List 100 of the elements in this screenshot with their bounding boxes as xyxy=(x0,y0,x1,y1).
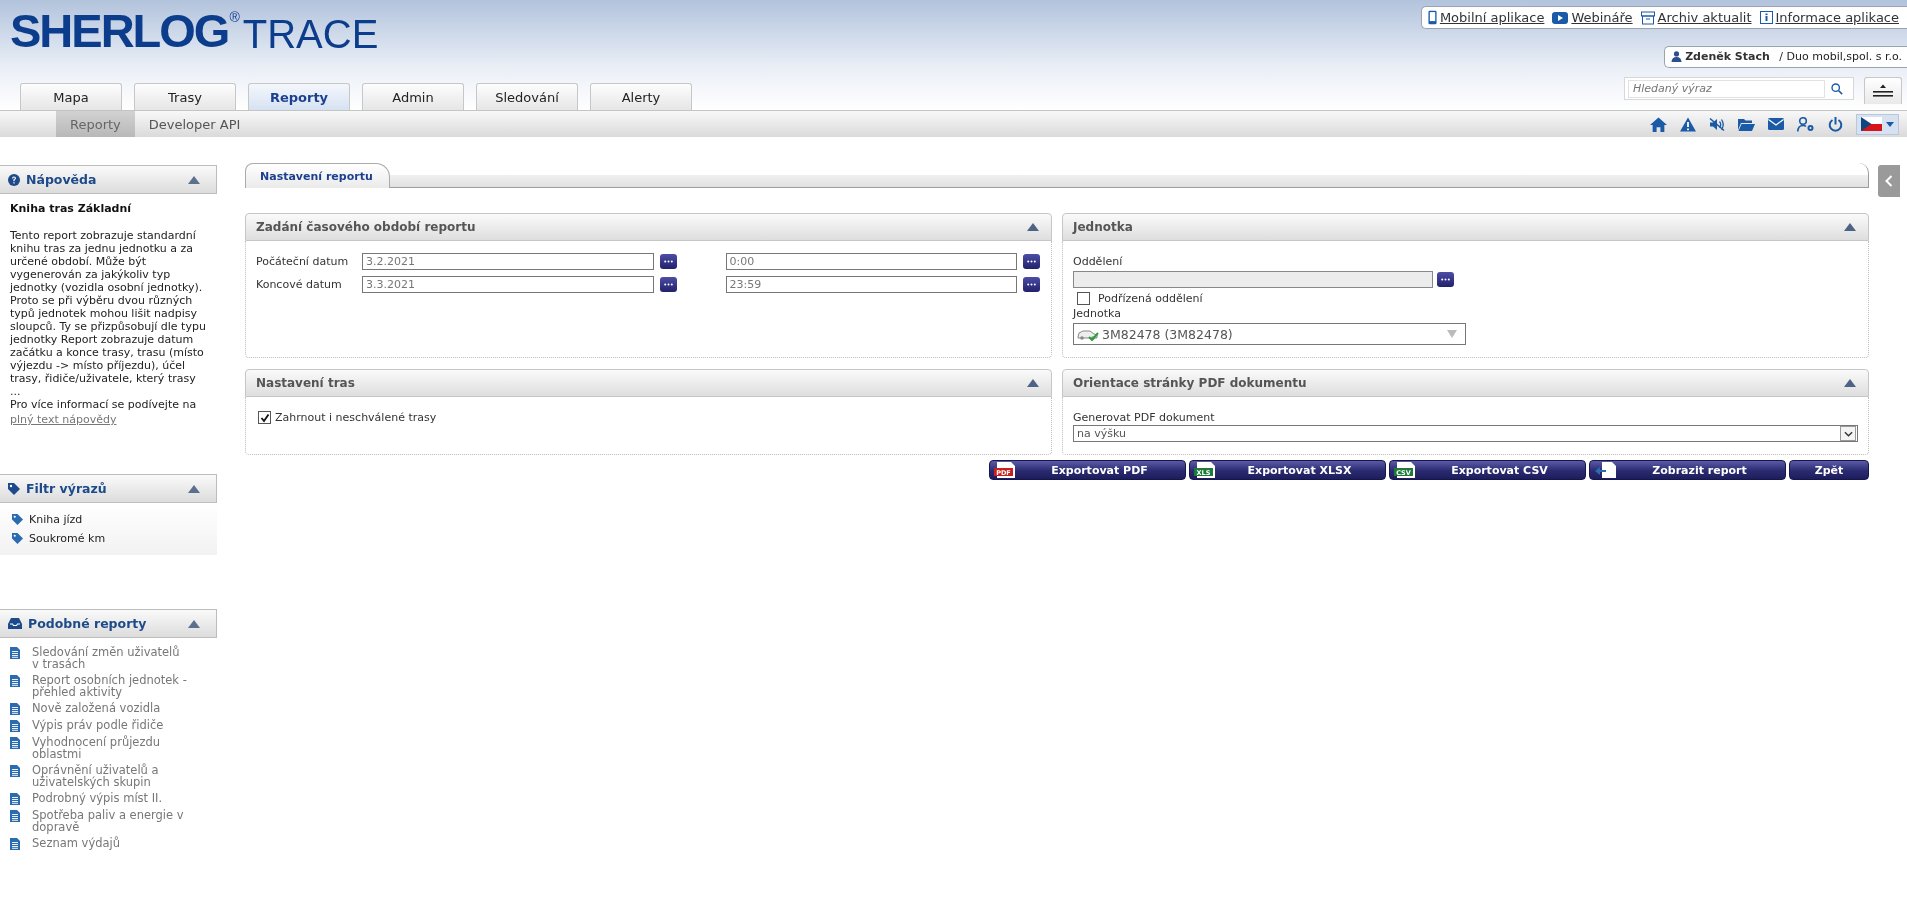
report-link[interactable]: Nově založená vozidla xyxy=(10,702,207,715)
logo: SHERLOG$^{®}$TRACE xyxy=(10,8,379,57)
collapse-icon[interactable] xyxy=(188,175,200,184)
orientation-select[interactable]: na výšku xyxy=(1073,425,1858,442)
panel-header[interactable]: Jednotka xyxy=(1062,213,1869,241)
ellipsis-icon xyxy=(1441,278,1450,281)
header-link[interactable]: Mobilní aplikace xyxy=(1427,10,1545,25)
nav-tab[interactable]: Reporty xyxy=(248,83,350,110)
document-icon xyxy=(10,720,20,732)
time-picker-button[interactable] xyxy=(1023,254,1040,269)
panel-header[interactable]: Filtr výrazů xyxy=(0,474,217,503)
panel-header[interactable]: Zadání časového období reportu xyxy=(245,213,1052,241)
help-link[interactable]: plný text nápovědy xyxy=(10,413,117,426)
field-label: Počáteční datum xyxy=(256,255,350,268)
date-picker-button[interactable] xyxy=(659,277,677,292)
collapse-icon[interactable] xyxy=(1844,379,1856,387)
sub-tab[interactable]: Developer API xyxy=(134,111,255,137)
collapse-icon[interactable] xyxy=(1027,223,1039,231)
unit-select[interactable]: 3M82478 (3M82478) xyxy=(1073,323,1466,345)
field-label: Koncové datum xyxy=(256,278,343,291)
panel-header[interactable]: Nastavení tras xyxy=(245,369,1052,397)
panel-title: Jednotka xyxy=(1073,220,1133,234)
checkbox[interactable] xyxy=(258,411,271,424)
report-link[interactable]: Report osobních jednotek - přehled aktivity xyxy=(10,674,207,698)
date-picker-button[interactable] xyxy=(659,254,677,269)
tag-icon xyxy=(12,533,23,544)
panel-title: Zadání časového období reportu xyxy=(256,220,476,234)
menu-icon xyxy=(1873,84,1893,98)
nav-tab[interactable]: Admin xyxy=(362,83,464,110)
date-field[interactable]: 3.2.2021 xyxy=(362,253,654,270)
power-icon[interactable] xyxy=(1828,116,1843,132)
report-link[interactable]: Oprávnění uživatelů a uživatelských skupin xyxy=(10,764,207,788)
user-settings-icon[interactable] xyxy=(1797,116,1815,132)
mail-icon[interactable] xyxy=(1768,118,1784,130)
time-field[interactable]: 23:59 xyxy=(725,276,1017,293)
panel-header[interactable]: Podobné reporty xyxy=(0,609,217,638)
mute-icon[interactable] xyxy=(1709,116,1725,132)
time-picker-button[interactable] xyxy=(1023,277,1040,292)
document-icon xyxy=(10,765,20,777)
checkbox[interactable] xyxy=(1077,292,1090,305)
user-badge[interactable]: Zdeněk Stach / Duo mobil,spol. s r.o. xyxy=(1664,46,1907,68)
report-link[interactable]: Podrobný výpis míst II. xyxy=(10,792,207,805)
nav-tab[interactable]: Sledování xyxy=(476,83,578,110)
report-link[interactable]: Spotřeba paliv a energie v dopravě xyxy=(10,809,207,833)
archive-icon xyxy=(1640,10,1655,25)
search-field[interactable]: Hledaný výraz xyxy=(1624,77,1854,100)
language-select[interactable] xyxy=(1856,113,1899,135)
menu-button[interactable] xyxy=(1864,77,1902,104)
panel-title: Orientace stránky PDF dokumentu xyxy=(1073,376,1307,390)
panel-header[interactable]: Nápověda xyxy=(0,165,217,194)
panel-title: Filtr výrazů xyxy=(26,481,108,496)
nav-tab[interactable]: Mapa xyxy=(20,83,122,110)
tray-icon xyxy=(8,618,22,629)
header-link[interactable]: Archiv aktualit xyxy=(1640,10,1752,25)
chevron-icon xyxy=(1885,175,1893,187)
collapse-icon[interactable] xyxy=(188,619,200,628)
phone-icon xyxy=(1427,10,1437,25)
sidebar-toggle[interactable] xyxy=(1878,165,1900,197)
department-field[interactable] xyxy=(1073,271,1433,288)
action-button[interactable]: Zpět xyxy=(1789,460,1869,480)
checkbox-label: Zahrnout i neschválené trasy xyxy=(275,411,437,424)
panel-title: Podobné reporty xyxy=(28,616,148,631)
settings-tab[interactable]: Nastavení reportu xyxy=(245,163,390,188)
tag-icon xyxy=(12,514,23,525)
collapse-icon[interactable] xyxy=(1844,223,1856,231)
nav-tab[interactable]: Trasy xyxy=(134,83,236,110)
panel-header[interactable]: Orientace stránky PDF dokumentu xyxy=(1062,369,1869,397)
help-text: Tento report zobrazuje standardní knihu tras za jednu jednotku a za určené období. Může být vygenerován za jakýkoliv typ jednotky (vozidla osobní jednotky). Proto se při výběru dvou různých typů jednotek mohou lišit nadpisy sloupců. Ty se přizpůsobují dle typu jednotky Report zobrazuje datum začátku a konce trasy, trasu (místo výjezdu -> místo příjezdu), účel trasy, řidiče/uživatele, který trasy xyxy=(10,229,207,385)
search-icon xyxy=(1831,82,1843,95)
help-title: Kniha tras Základní xyxy=(10,202,133,215)
report-link[interactable]: Vyhodnocení průjezdu oblastmi xyxy=(10,736,207,760)
document-icon xyxy=(10,793,20,805)
date-field[interactable]: 3.3.2021 xyxy=(362,276,654,293)
report-link[interactable]: Sledování změn uživatelů v trasách xyxy=(10,646,207,670)
ellipsis-icon xyxy=(663,260,673,263)
field-label: Oddělení xyxy=(1073,255,1124,268)
folder-icon[interactable] xyxy=(1738,117,1755,131)
collapse-icon[interactable] xyxy=(1027,379,1039,387)
report-link[interactable]: Výpis práv podle řidiče xyxy=(10,719,207,732)
checkbox-label: Podřízená oddělení xyxy=(1098,292,1203,305)
caret-icon xyxy=(1886,121,1894,127)
nav-tab[interactable]: Alerty xyxy=(590,83,692,110)
warning-icon[interactable] xyxy=(1680,116,1696,132)
info-icon xyxy=(1759,11,1773,24)
filter-item[interactable]: Kniha jízd xyxy=(12,513,205,526)
document-icon xyxy=(10,647,20,659)
play-icon xyxy=(1552,11,1569,24)
action-button[interactable]: Zobrazit report xyxy=(1589,460,1786,480)
department-picker-button[interactable] xyxy=(1437,272,1454,287)
user-icon xyxy=(1671,51,1683,62)
car-icon xyxy=(1077,327,1099,341)
filter-item[interactable]: Soukromé km xyxy=(12,532,205,545)
header-link[interactable]: Informace aplikace xyxy=(1759,10,1899,25)
header-link[interactable]: Webináře xyxy=(1552,10,1633,25)
panel-title: Nápověda xyxy=(26,172,98,187)
home-icon[interactable] xyxy=(1650,116,1667,132)
tag-icon xyxy=(8,482,20,495)
report-link[interactable]: Seznam výdajů xyxy=(10,837,207,850)
collapse-icon[interactable] xyxy=(188,484,200,493)
time-field[interactable]: 0:00 xyxy=(725,253,1017,270)
